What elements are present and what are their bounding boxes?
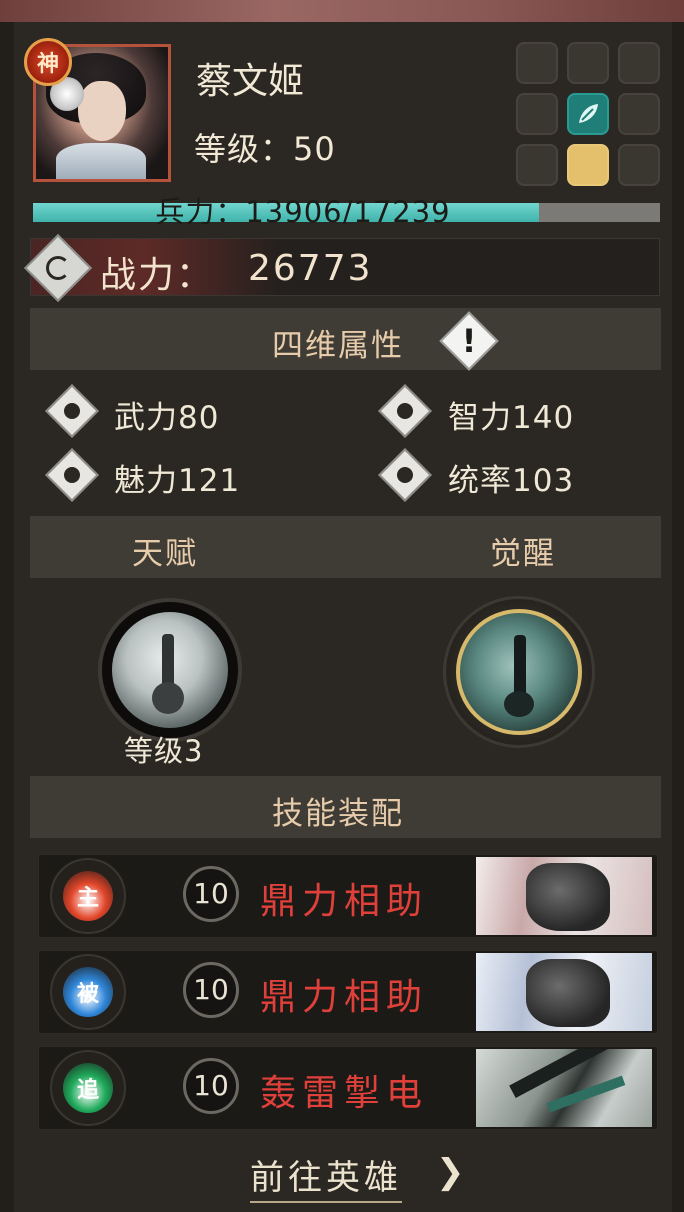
skill-name: 鼎力相助 <box>260 977 429 1018</box>
tab-awaken[interactable]: 觉醒 <box>490 528 556 573</box>
awaken-orb[interactable] <box>443 596 595 748</box>
formation-grid[interactable] <box>516 42 662 188</box>
skill-image-clasped-hands <box>476 953 652 1031</box>
formation-cell[interactable] <box>516 144 558 186</box>
god-rank-badge: 神 <box>24 38 72 86</box>
hero-name: 蔡文姬 <box>196 61 305 102</box>
fire-active-icon: 主 <box>63 871 113 921</box>
attributes-title: 四维属性 <box>272 328 404 364</box>
skills-title: 技能装配 <box>272 796 404 832</box>
skill-level: 10 <box>183 866 239 922</box>
troop-bar: 兵力：13906/17239 <box>33 195 660 229</box>
stat-charm: 魅力121 <box>114 463 241 499</box>
awaken-pipa-icon <box>456 609 582 735</box>
talent-awaken-header <box>30 516 661 578</box>
skill-image-clasped-hands <box>476 857 652 935</box>
troop-text: 兵力：13906/17239 <box>155 195 451 229</box>
skill-name: 轰雷掣电 <box>260 1073 429 1114</box>
pipa-icon <box>112 612 228 728</box>
top-banner-strip <box>0 0 684 22</box>
stat-intelligence: 智力140 <box>448 400 575 436</box>
leaf-chase-icon: 追 <box>63 1063 113 1113</box>
formation-cell[interactable] <box>618 144 660 186</box>
leaf-icon <box>579 104 598 123</box>
chevron-right-icon[interactable]: ❯ <box>436 1152 465 1192</box>
goto-hero-link[interactable]: 前往英雄 <box>250 1150 402 1203</box>
formation-cell[interactable] <box>618 93 660 135</box>
formation-cell[interactable] <box>618 42 660 84</box>
formation-cell-hero[interactable] <box>567 93 609 135</box>
talent-orb[interactable] <box>98 598 242 742</box>
formation-cell[interactable] <box>567 42 609 84</box>
combat-power-value: 26773 <box>248 248 373 289</box>
skill-level: 10 <box>183 1058 239 1114</box>
skill-image-thunder <box>476 1049 652 1127</box>
attribute-info-mark[interactable]: ! <box>448 316 490 366</box>
water-passive-icon: 被 <box>63 967 113 1017</box>
combat-power-label: 战力： <box>100 255 215 296</box>
tab-talent[interactable]: 天赋 <box>132 528 198 573</box>
stat-command: 统率103 <box>448 463 575 499</box>
formation-cell-selected[interactable] <box>567 144 609 186</box>
skill-level: 10 <box>183 962 239 1018</box>
talent-level: 等级3 <box>124 734 204 768</box>
stat-force: 武力80 <box>114 400 220 436</box>
formation-cell[interactable] <box>516 42 558 84</box>
hero-level: 等级：50 <box>194 130 336 168</box>
skill-name: 鼎力相助 <box>260 881 429 922</box>
formation-cell[interactable] <box>516 93 558 135</box>
